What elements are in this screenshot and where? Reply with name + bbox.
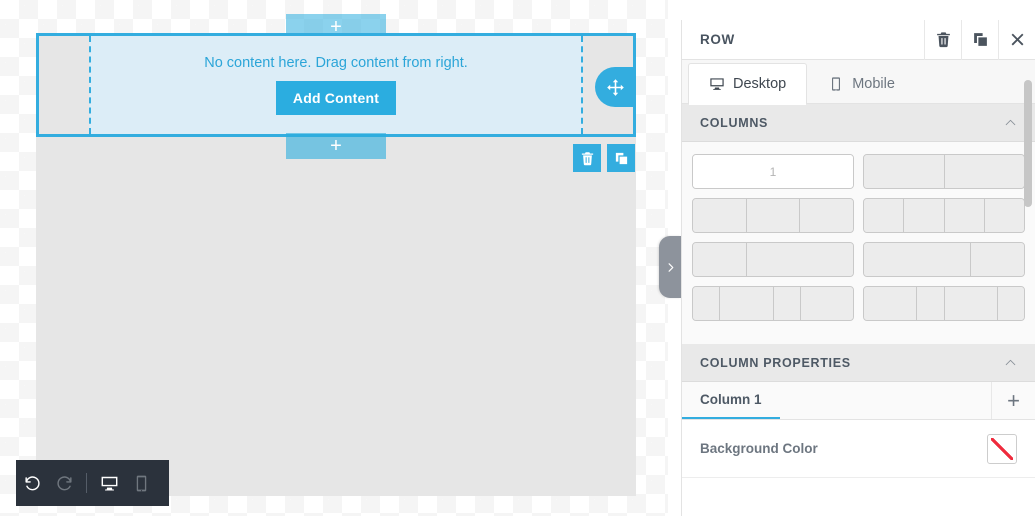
duplicate-icon	[615, 152, 627, 164]
columns-option-row	[692, 198, 1025, 233]
tab-mobile[interactable]: Mobile	[807, 63, 916, 104]
column-layout-cell	[997, 287, 1024, 320]
column-layout-cell	[720, 287, 774, 320]
chevron-up-icon	[1005, 119, 1016, 126]
add-row-below-button[interactable]: +	[286, 133, 386, 159]
panel-collapse-toggle[interactable]	[659, 236, 681, 298]
panel-scrollbar-thumb[interactable]	[1024, 80, 1032, 207]
add-row-below-label: +	[330, 135, 342, 157]
column-layout-4-columns-equal[interactable]	[863, 198, 1025, 233]
columns-option-row	[692, 242, 1025, 277]
column-layout-cell	[984, 199, 1024, 232]
column-layout-cell	[864, 155, 945, 188]
section-column-properties-title: COLUMN PROPERTIES	[700, 355, 851, 370]
add-content-button[interactable]: Add Content	[275, 81, 397, 115]
mobile-preview-button[interactable]	[125, 460, 157, 506]
columns-option-row	[692, 286, 1025, 321]
panel-close-button[interactable]	[998, 19, 1035, 60]
redo-button[interactable]	[48, 460, 80, 506]
column-layout-cell	[693, 287, 721, 320]
editor-root: + No content here. Drag content from rig…	[0, 0, 1035, 516]
selected-row[interactable]: No content here. Drag content from right…	[36, 33, 636, 137]
mobile-icon	[832, 77, 841, 91]
columns-layout-grid[interactable]: 1	[682, 142, 1035, 344]
column-layout-2-columns-2-1[interactable]	[863, 242, 1025, 277]
column-layout-4-columns-wide-narrow[interactable]	[863, 286, 1025, 321]
column-property-tabs[interactable]: Column 1 +	[682, 382, 1035, 420]
column-layout-cell	[917, 287, 945, 320]
row-column-1[interactable]: No content here. Drag content from right…	[89, 36, 583, 134]
desktop-icon	[710, 78, 724, 90]
column-layout-3-columns-equal[interactable]	[692, 198, 854, 233]
column-layout-cell	[747, 243, 853, 276]
column-layout-cell	[904, 199, 945, 232]
move-arrows-icon	[606, 78, 624, 96]
row-move-handle[interactable]	[595, 67, 635, 107]
tab-desktop[interactable]: Desktop	[688, 63, 808, 105]
columns-option-row: 1	[692, 154, 1025, 189]
panel-header: ROW	[682, 19, 1035, 60]
tab-desktop-label: Desktop	[733, 76, 787, 92]
column-layout-1-column[interactable]: 1	[692, 154, 854, 189]
column-layout-cell	[864, 287, 918, 320]
section-header-column-properties[interactable]: COLUMN PROPERTIES	[682, 344, 1035, 382]
column-layout-cell	[971, 243, 1024, 276]
column-layout-2-columns-1-2[interactable]	[692, 242, 854, 277]
column-layout-cell: 1	[693, 155, 853, 188]
property-row-background-color: Background Color	[682, 420, 1035, 478]
column-layout-cell	[864, 243, 971, 276]
desktop-preview-button[interactable]	[93, 460, 125, 506]
column-layout-cell	[800, 287, 853, 320]
panel-title: ROW	[700, 32, 735, 47]
trash-icon	[936, 32, 950, 48]
panel-duplicate-button[interactable]	[961, 19, 998, 60]
chevron-right-icon	[668, 262, 673, 272]
trash-icon	[581, 151, 593, 165]
tab-spacer	[780, 382, 991, 419]
duplicate-icon	[973, 33, 987, 46]
column-layout-cell	[693, 199, 747, 232]
close-icon	[1011, 33, 1023, 46]
canvas-bottom-toolbar[interactable]	[16, 460, 169, 506]
page-body-area[interactable]	[36, 136, 636, 496]
column-layout-cell	[746, 199, 801, 232]
device-tabs[interactable]: Desktop Mobile	[682, 60, 1035, 105]
background-color-label: Background Color	[700, 441, 818, 456]
column-layout-4-columns-narrow-wide[interactable]	[692, 286, 854, 321]
canvas-stage[interactable]: + No content here. Drag content from rig…	[0, 0, 668, 516]
tab-column-1[interactable]: Column 1	[682, 382, 780, 419]
column-layout-cell	[944, 287, 998, 320]
row-delete-button[interactable]	[573, 144, 601, 172]
tab-mobile-label: Mobile	[852, 76, 895, 92]
row-duplicate-button[interactable]	[607, 144, 635, 172]
mobile-icon	[136, 475, 146, 491]
column-layout-cell	[944, 155, 1024, 188]
background-color-swatch[interactable]	[987, 433, 1017, 464]
column-layout-cell	[944, 199, 985, 232]
column-layout-2-columns-equal[interactable]	[863, 154, 1025, 189]
settings-panel: ROW Desktop Mobile COLUMNS 1 COLUMN PROP…	[681, 19, 1035, 516]
column-layout-cell	[693, 243, 747, 276]
desktop-icon	[101, 476, 117, 491]
column-layout-cell	[773, 287, 801, 320]
column-layout-cell	[800, 199, 853, 232]
column-layout-cell	[864, 199, 905, 232]
undo-icon	[24, 475, 40, 490]
chevron-up-icon	[1005, 359, 1016, 366]
panel-delete-button[interactable]	[924, 19, 961, 60]
empty-row-message: No content here. Drag content from right…	[204, 55, 468, 71]
toolbar-divider	[86, 473, 87, 493]
redo-icon	[56, 475, 72, 490]
section-columns-title: COLUMNS	[700, 115, 769, 130]
undo-button[interactable]	[16, 460, 48, 506]
section-header-columns[interactable]: COLUMNS	[682, 104, 1035, 142]
